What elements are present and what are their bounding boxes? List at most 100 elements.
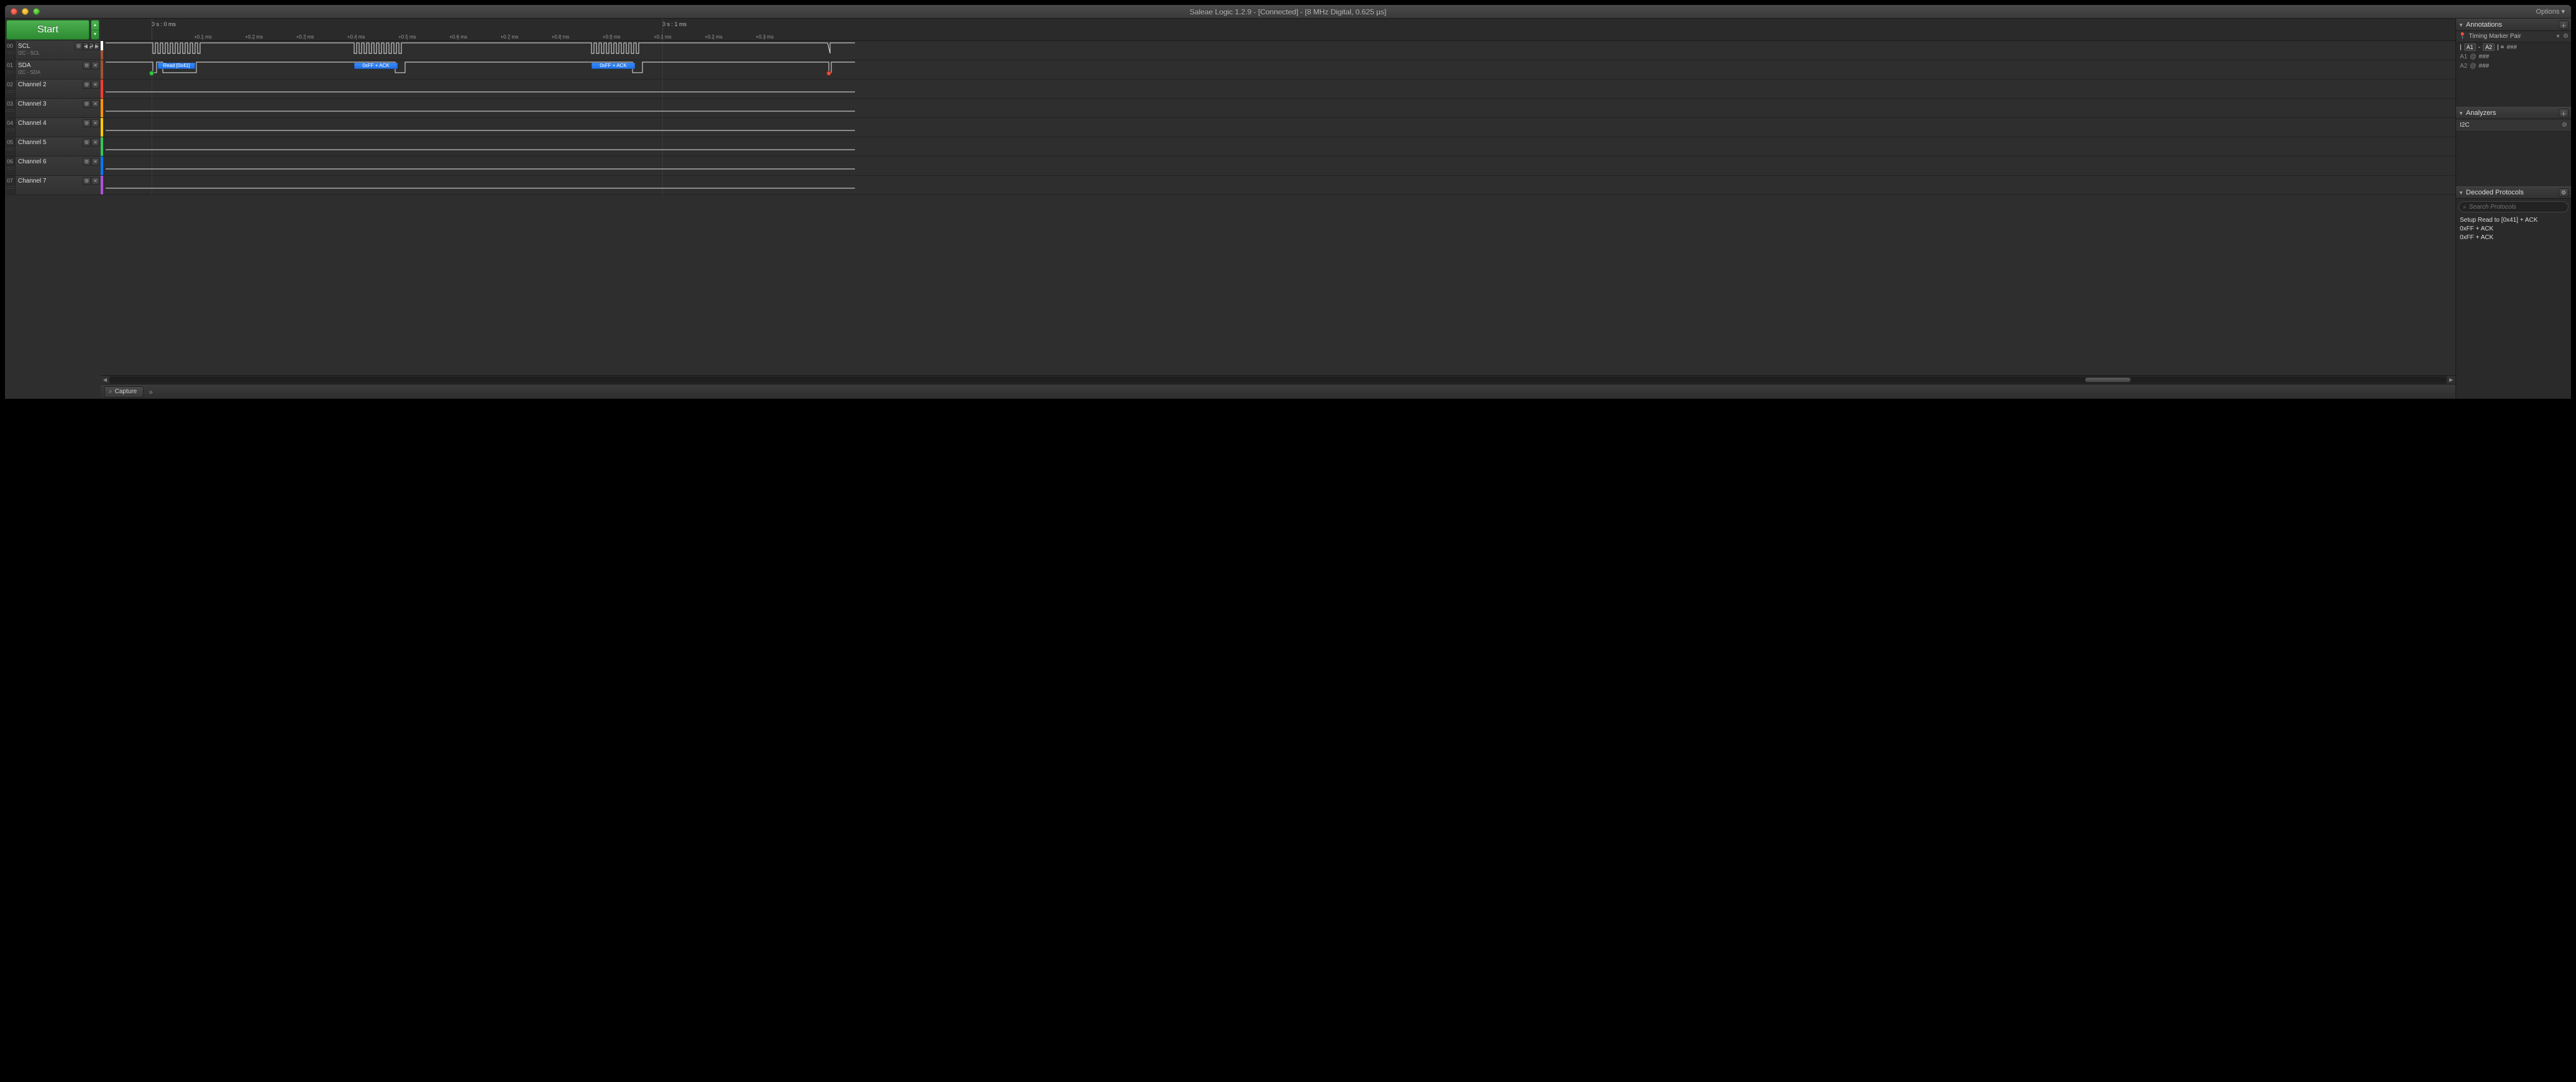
timing-pair-gear-button[interactable]: ⚙ xyxy=(2563,33,2569,40)
channel-gear-button[interactable]: ⚙ xyxy=(83,139,91,147)
channel-info[interactable]: SCL I2C - SCL xyxy=(16,41,75,60)
drag-grip-icon[interactable] xyxy=(5,127,16,132)
channel-remove-button[interactable]: ✕ xyxy=(91,119,99,127)
channel-subtitle: I2C - SDA xyxy=(18,70,80,76)
channel-info[interactable]: Channel 6 xyxy=(16,157,83,175)
decode-bubble[interactable]: 0xFF + ACK xyxy=(591,63,635,69)
close-window-button[interactable] xyxy=(11,8,17,15)
ruler-tick xyxy=(305,37,306,40)
channel-name: SDA xyxy=(18,62,80,70)
ruler-major-label: 0 s : 1 ms xyxy=(662,21,687,27)
drag-grip-icon[interactable] xyxy=(5,50,16,55)
search-icon: ⌕ xyxy=(2463,204,2467,211)
channel-info[interactable]: Channel 3 xyxy=(16,99,83,117)
decoded-header[interactable]: ▼ Decoded Protocols ⚙ xyxy=(2456,186,2571,199)
drag-grip-icon[interactable] xyxy=(5,166,16,171)
channel-buttons: ⚙◀ ▶ xyxy=(75,41,101,60)
decoded-title: Decoded Protocols xyxy=(2466,189,2556,196)
channel-info[interactable]: Channel 2 xyxy=(16,80,83,98)
stop-marker-icon[interactable] xyxy=(826,71,831,76)
channel-number: 06 xyxy=(5,157,16,175)
right-panel: ▼ Annotations ＋ 📍 Timing Marker Pair ▼ ⚙… xyxy=(2455,19,2571,399)
start-button[interactable]: Start xyxy=(6,20,89,40)
channel-info[interactable]: Channel 4 xyxy=(16,118,83,137)
decoded-protocol-item[interactable]: Setup Read to [0x41] + ACK xyxy=(2460,216,2567,225)
channel-name: SCL xyxy=(18,43,72,50)
channel-gear-button[interactable]: ⚙ xyxy=(75,42,83,50)
drag-grip-icon[interactable] xyxy=(5,108,16,113)
options-menu[interactable]: Options ▾ xyxy=(2536,7,2572,16)
drag-grip-icon[interactable] xyxy=(5,70,16,75)
timing-marker-row[interactable]: A2 @ ### xyxy=(2456,61,2571,71)
trigger-rising-button[interactable] xyxy=(89,42,94,50)
channel-remove-button[interactable]: ✕ xyxy=(91,61,99,70)
timing-pair-header[interactable]: 📍 Timing Marker Pair ▼ ⚙ xyxy=(2456,31,2571,42)
chevron-down-icon[interactable]: ▼ xyxy=(2555,34,2560,39)
timing-pair-label: Timing Marker Pair xyxy=(2469,33,2553,40)
tab-capture[interactable]: ⌕ Capture xyxy=(104,386,144,398)
analyzers-title: Analyzers xyxy=(2466,109,2556,117)
channel-gear-button[interactable]: ⚙ xyxy=(83,81,91,89)
timing-marker-row[interactable]: A1 @ ### xyxy=(2456,52,2571,61)
start-marker-icon[interactable] xyxy=(149,71,154,76)
channel-name: Channel 6 xyxy=(18,158,80,166)
search-icon: ⌕ xyxy=(109,388,112,395)
disclosure-triangle-icon: ▼ xyxy=(2459,111,2464,116)
trigger-prev-button[interactable]: ◀ xyxy=(83,42,88,50)
analyzer-name: I2C xyxy=(2460,122,2562,129)
tab-overflow-button[interactable]: » xyxy=(146,388,155,396)
add-analyzer-button[interactable]: ＋ xyxy=(2559,109,2569,117)
channel-gear-button[interactable]: ⚙ xyxy=(83,119,91,127)
protocol-search[interactable]: ⌕ xyxy=(2459,201,2569,212)
channel-info[interactable]: Channel 7 xyxy=(16,176,83,194)
channel-gear-button[interactable]: ⚙ xyxy=(83,61,91,70)
channel-number: 00 xyxy=(5,41,16,60)
analyzer-row[interactable]: I2C ⚙ xyxy=(2456,119,2571,132)
scroll-left-arrow[interactable]: ◀ xyxy=(101,376,109,384)
drag-grip-icon[interactable] xyxy=(5,147,16,152)
channel-info[interactable]: SDA I2C - SDA xyxy=(16,60,83,79)
channel-remove-button[interactable]: ✕ xyxy=(91,139,99,147)
scrollbar-track[interactable] xyxy=(109,377,2447,383)
drag-grip-icon[interactable] xyxy=(5,89,16,94)
channel-remove-button[interactable]: ✕ xyxy=(91,158,99,166)
add-annotation-button[interactable]: ＋ xyxy=(2559,20,2569,29)
analyzer-gear-button[interactable]: ⚙ xyxy=(2562,122,2567,129)
zoom-window-button[interactable] xyxy=(33,8,40,15)
trigger-next-button[interactable]: ▶ xyxy=(94,42,99,50)
channel-gear-button[interactable]: ⚙ xyxy=(83,100,91,108)
channel-remove-button[interactable]: ✕ xyxy=(91,177,99,185)
start-down-arrow[interactable]: ▼ xyxy=(91,30,99,40)
ruler-tick xyxy=(407,37,408,40)
horizontal-scrollbar[interactable]: ◀ ▶ xyxy=(101,375,2455,384)
channel-info[interactable]: Channel 5 xyxy=(16,137,83,156)
decode-bubble[interactable]: Read [0x41] xyxy=(158,63,195,69)
channel-sidebar: Start ▲ ▼ 00 SCL I2C - SCL ⚙◀▶ 01 SDA I2… xyxy=(5,19,101,399)
channel-row: 05 Channel 5 ⚙✕ xyxy=(5,137,101,157)
scroll-right-arrow[interactable]: ▶ xyxy=(2447,376,2455,384)
decoded-protocol-item[interactable]: 0xFF + ACK xyxy=(2460,234,2567,242)
window-title: Saleae Logic 1.2.9 - [Connected] - [8 MH… xyxy=(5,7,2571,16)
decode-bubble[interactable]: 0xFF + ACK xyxy=(354,63,398,69)
channel-gear-button[interactable]: ⚙ xyxy=(83,177,91,185)
titlebar: Saleae Logic 1.2.9 - [Connected] - [8 MH… xyxy=(5,5,2571,19)
channel-remove-button[interactable]: ✕ xyxy=(91,100,99,108)
channel-subtitle: I2C - SCL xyxy=(18,50,72,57)
start-up-arrow[interactable]: ▲ xyxy=(91,20,99,30)
scrollbar-thumb[interactable] xyxy=(2085,377,2131,383)
protocol-search-input[interactable] xyxy=(2469,204,2564,211)
channel-remove-button[interactable]: ✕ xyxy=(91,81,99,89)
disclosure-triangle-icon: ▼ xyxy=(2459,22,2464,28)
time-ruler[interactable]: 0 s : 0 ms0 s : 1 ms+0.1 ms+0.2 ms+0.3 m… xyxy=(101,19,2455,41)
at-icon: @ xyxy=(2470,63,2476,70)
channel-number: 04 xyxy=(5,118,16,137)
waveform-area: 0 s : 0 ms0 s : 1 ms+0.1 ms+0.2 ms+0.3 m… xyxy=(101,19,2455,399)
channel-gear-button[interactable]: ⚙ xyxy=(83,158,91,166)
drag-grip-icon[interactable] xyxy=(5,185,16,190)
waveform-canvas[interactable]: Read [0x41] 0xFF + ACK 0xFF + ACK xyxy=(101,41,2455,375)
decoded-gear-button[interactable]: ⚙ xyxy=(2559,188,2569,197)
minimize-window-button[interactable] xyxy=(22,8,29,15)
annotations-header[interactable]: ▼ Annotations ＋ xyxy=(2456,19,2571,31)
analyzers-header[interactable]: ▼ Analyzers ＋ xyxy=(2456,107,2571,119)
decoded-protocol-item[interactable]: 0xFF + ACK xyxy=(2460,225,2567,234)
